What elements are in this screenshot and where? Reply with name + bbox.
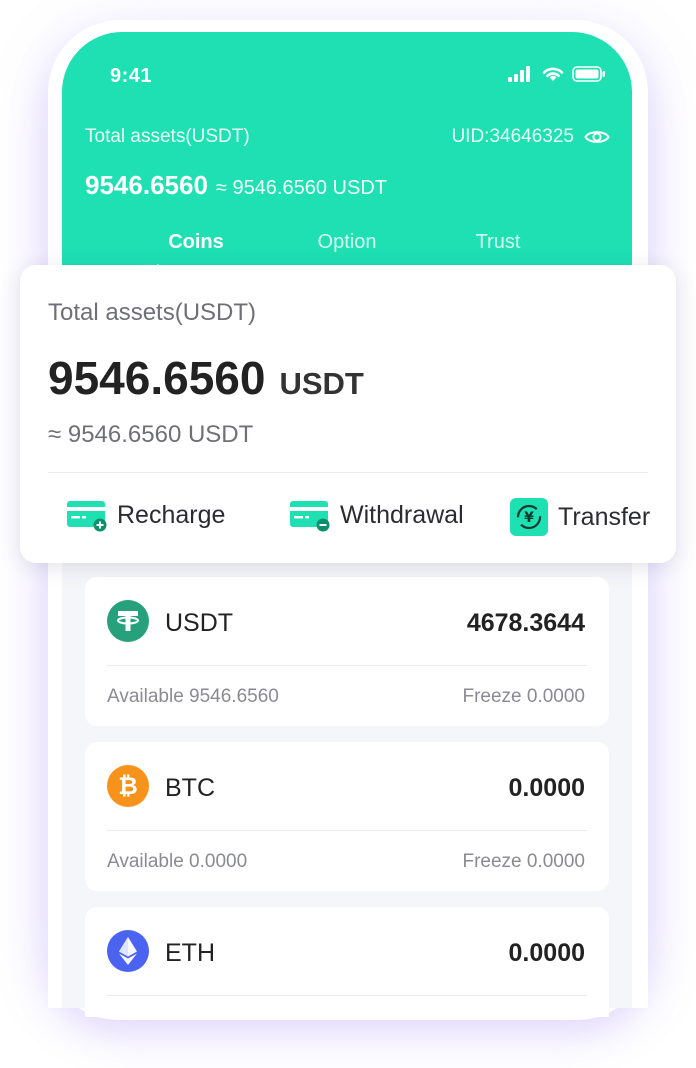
transfer-label: Transfer xyxy=(558,502,651,531)
header-amount-approx: ≈ 9546.6560 USDT xyxy=(215,177,387,199)
eye-icon[interactable] xyxy=(584,128,610,146)
transfer-icon: ¥ xyxy=(510,498,548,536)
coin-value: 4678.3644 xyxy=(466,609,585,637)
uid-text: UID:34646325 xyxy=(451,126,574,147)
withdrawal-button[interactable]: Withdrawal xyxy=(290,498,464,532)
coin-divider xyxy=(107,830,587,831)
recharge-icon xyxy=(67,501,107,532)
card-amount-value: 9546.6560 xyxy=(48,352,266,404)
coin-row-eth[interactable]: ETH 0.0000 xyxy=(85,907,609,1017)
card-amount-unit: USDT xyxy=(279,366,364,401)
battery-icon xyxy=(572,65,605,82)
coin-divider xyxy=(107,995,587,996)
eth-icon xyxy=(107,930,149,972)
coin-row-btc[interactable]: ₿ BTC 0.0000 Available 0.0000 Freeze 0.0… xyxy=(85,742,609,891)
usdt-icon xyxy=(107,600,149,642)
coin-name: USDT xyxy=(165,609,234,637)
coin-row-usdt[interactable]: USDT 4678.3644 Available 9546.6560 Freez… xyxy=(85,577,609,726)
transfer-button[interactable]: ¥ Transfer xyxy=(510,498,650,536)
coin-value: 0.0000 xyxy=(508,939,585,967)
recharge-label: Recharge xyxy=(117,500,226,529)
card-approx: ≈ 9546.6560 USDT xyxy=(48,421,254,448)
coin-value: 0.0000 xyxy=(508,774,585,802)
card-divider xyxy=(48,472,648,473)
header-amount: 9546.6560 ≈ 9546.6560 USDT xyxy=(85,170,387,201)
assets-header: 9:41 Total assets(USDT) UID:34646325 954… xyxy=(62,32,632,273)
coin-divider xyxy=(107,665,587,666)
withdrawal-icon xyxy=(290,501,330,532)
header-total-label: Total assets(USDT) xyxy=(85,126,250,147)
coin-available: Available 9546.6560 xyxy=(107,686,279,707)
status-time: 9:41 xyxy=(110,65,153,87)
coin-available: Available 0.0000 xyxy=(107,851,248,872)
card-total-label: Total assets(USDT) xyxy=(48,299,257,326)
coin-freeze: Freeze 0.0000 xyxy=(462,686,585,707)
signal-icon xyxy=(508,65,530,82)
coin-name: BTC xyxy=(165,774,215,802)
uid-group: UID:34646325 xyxy=(451,126,610,148)
tab-coins[interactable]: Coins xyxy=(168,231,224,254)
coin-name: ETH xyxy=(165,939,215,967)
header-amount-value: 9546.6560 xyxy=(85,170,208,200)
btc-icon: ₿ xyxy=(107,765,149,807)
tab-trust[interactable]: Trust xyxy=(476,231,521,254)
status-icons xyxy=(508,65,606,82)
card-amount: 9546.6560 USDT xyxy=(48,351,364,405)
withdrawal-label: Withdrawal xyxy=(340,500,464,529)
svg-text:¥: ¥ xyxy=(524,510,534,526)
tab-option[interactable]: Option xyxy=(318,231,377,254)
wifi-icon xyxy=(542,67,564,81)
recharge-button[interactable]: Recharge xyxy=(67,498,225,532)
coin-freeze: Freeze 0.0000 xyxy=(462,851,585,872)
total-assets-card: Total assets(USDT) 9546.6560 USDT ≈ 9546… xyxy=(20,265,676,563)
